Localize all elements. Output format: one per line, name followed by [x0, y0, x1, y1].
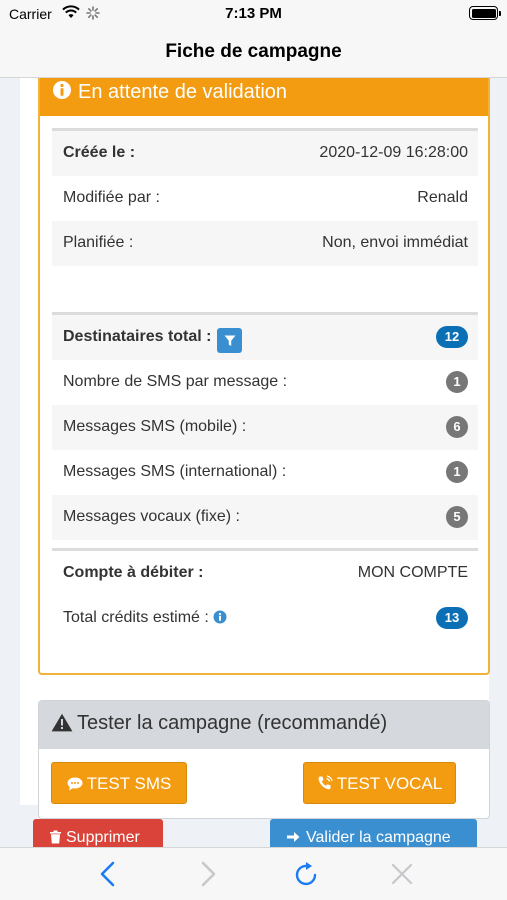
chevron-right-icon[interactable]	[198, 861, 218, 887]
account-label: Compte à débiter :	[63, 564, 204, 581]
arrow-right-icon	[287, 832, 300, 842]
clock: 7:13 PM	[225, 5, 282, 22]
warning-icon	[51, 713, 73, 732]
recipients-total-badge: 12	[436, 326, 468, 348]
scheduled-value: Non, envoi immédiat	[322, 234, 468, 251]
browser-toolbar	[0, 847, 507, 900]
test-campaign-title: Tester la campagne (recommandé)	[77, 712, 388, 734]
created-value: 2020-12-09 16:28:00	[319, 144, 468, 161]
sms-international-label: Messages SMS (international) :	[63, 463, 287, 480]
sms-international-badge: 1	[446, 461, 468, 483]
voice-messages-label: Messages vocaux (fixe) :	[63, 508, 240, 525]
test-campaign-card: Tester la campagne (recommandé) TEST SMS…	[38, 700, 490, 819]
table-row: Messages vocaux (fixe) : 5	[52, 495, 478, 540]
sms-per-message-badge: 1	[446, 371, 468, 393]
modified-by-label: Modifiée par :	[63, 189, 160, 206]
reload-icon[interactable]	[294, 861, 320, 887]
table-row: Créée le : 2020-12-09 16:28:00	[52, 131, 478, 176]
table-row: Total crédits estimé : 13	[52, 596, 478, 641]
navigation-bar: Fiche de campagne	[0, 28, 507, 78]
table-row: Destinataires total : 12	[52, 315, 478, 360]
campaign-status-card: En attente de validation Créée le : 2020…	[38, 74, 490, 675]
chevron-left-icon[interactable]	[98, 861, 118, 887]
page-title: Fiche de campagne	[165, 41, 342, 62]
recipients-table: Destinataires total : 12 Nombre de SMS p…	[52, 312, 478, 540]
recipients-total-label: Destinataires total :	[63, 328, 243, 353]
test-vocal-button[interactable]: TEST VOCAL	[303, 762, 456, 804]
test-sms-label: TEST SMS	[86, 774, 172, 793]
sms-mobile-label: Messages SMS (mobile) :	[63, 418, 247, 435]
recipients-total-text: Destinataires total :	[63, 328, 212, 345]
battery-icon	[469, 6, 501, 20]
sms-mobile-badge: 6	[446, 416, 468, 438]
close-icon[interactable]	[389, 861, 415, 887]
created-label: Créée le :	[63, 144, 136, 161]
status-header: En attente de validation	[40, 76, 488, 116]
account-value: MON COMPTE	[357, 564, 468, 581]
filter-button[interactable]	[217, 328, 243, 353]
scheduled-label: Planifiée :	[63, 234, 134, 251]
validate-label: Valider la campagne	[306, 829, 451, 846]
test-vocal-label: TEST VOCAL	[336, 774, 443, 793]
test-sms-button[interactable]: TEST SMS	[51, 762, 187, 804]
table-row: Planifiée : Non, envoi immédiat	[52, 221, 478, 266]
trash-icon	[50, 830, 61, 844]
total-credits-text: Total crédits estimé :	[63, 609, 209, 626]
filter-icon	[224, 335, 236, 346]
status-header-text: En attente de validation	[78, 81, 288, 103]
info-circle-icon[interactable]	[213, 610, 227, 624]
total-credits-label: Total crédits estimé :	[63, 609, 227, 627]
table-row: Compte à débiter : MON COMPTE	[52, 551, 478, 596]
dates-table: Créée le : 2020-12-09 16:28:00 Modifiée …	[52, 128, 478, 266]
phone-volume-icon	[318, 775, 333, 790]
table-row: Nombre de SMS par message : 1	[52, 360, 478, 405]
total-credits-badge: 13	[436, 607, 468, 629]
modified-by-value: Renald	[417, 189, 468, 206]
table-row: Messages SMS (mobile) : 6	[52, 405, 478, 450]
delete-label: Supprimer	[66, 829, 140, 846]
sms-per-message-label: Nombre de SMS par message :	[63, 373, 288, 390]
status-bar: Carrier 7:13 PM	[0, 0, 507, 28]
voice-messages-badge: 5	[446, 506, 468, 528]
chat-icon	[67, 777, 83, 791]
test-campaign-header: Tester la campagne (recommandé)	[39, 701, 489, 749]
content-panel: En attente de validation Créée le : 2020…	[20, 60, 490, 819]
table-row: Messages SMS (international) : 1	[52, 450, 478, 495]
info-icon	[53, 81, 71, 99]
account-table: Compte à débiter : MON COMPTE Total créd…	[52, 548, 478, 641]
table-row: Modifiée par : Renald	[52, 176, 478, 221]
